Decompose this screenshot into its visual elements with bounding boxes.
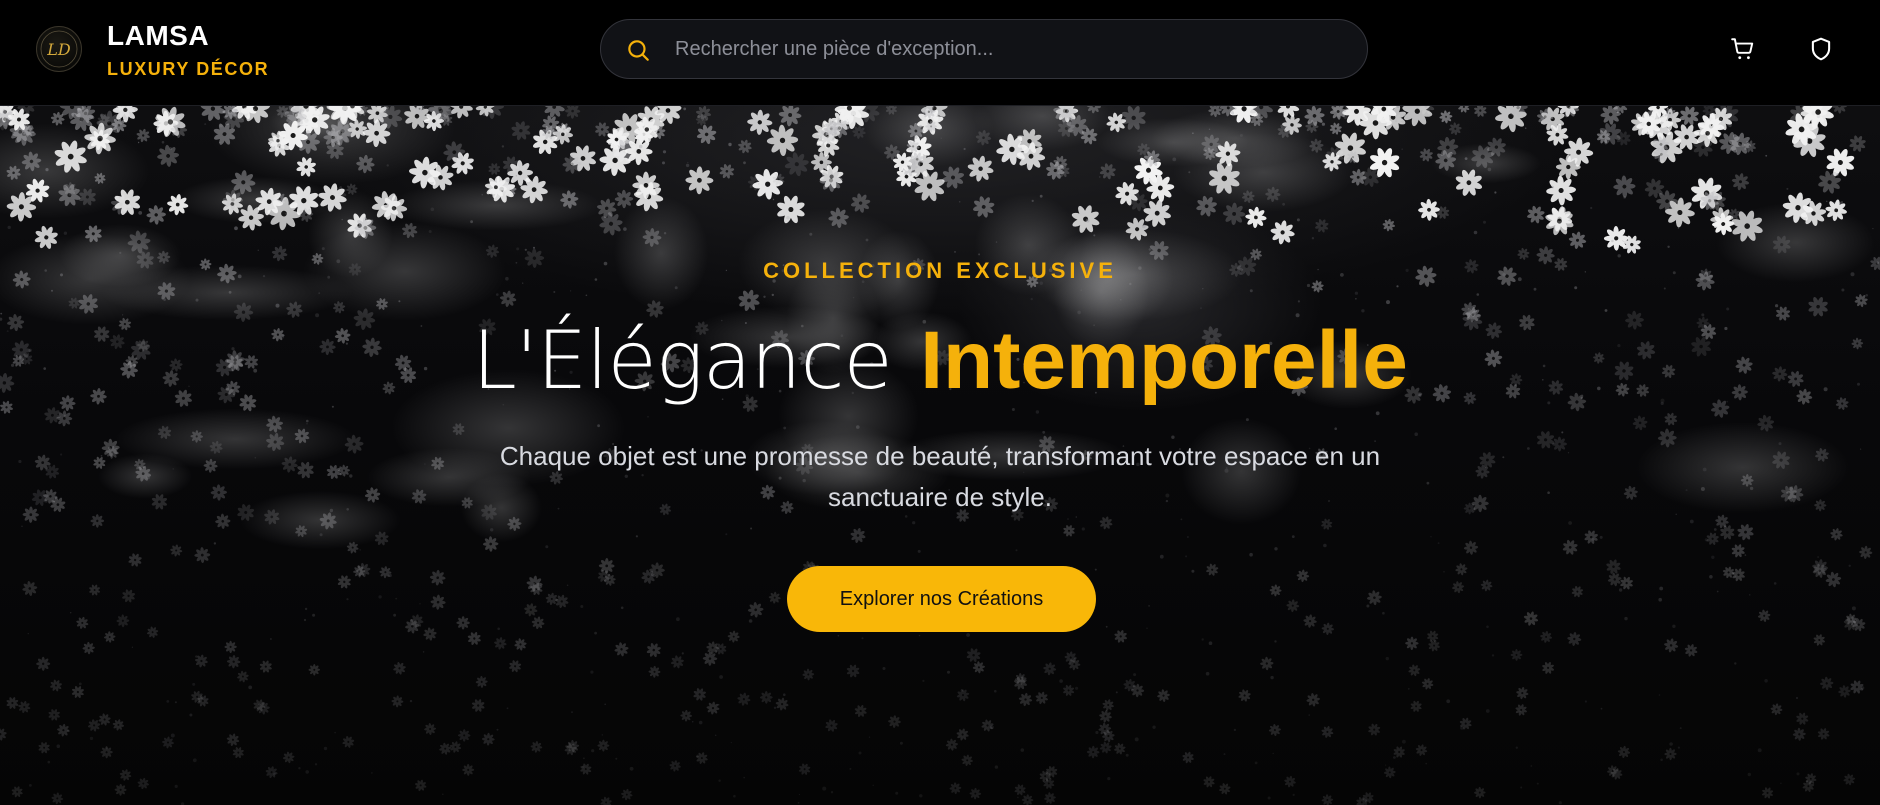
hero-title: L'Élégance Intemporelle [0,306,1880,416]
brand-tagline: LUXURY DÉCOR [107,59,270,79]
search-icon[interactable] [625,37,651,63]
cart-icon[interactable] [1730,36,1756,62]
hero-title-light: L'Élégance [472,314,892,407]
hero-description: Chaque objet est une promesse de beauté,… [499,441,1381,512]
shield-icon[interactable] [1808,36,1834,62]
explore-creations-button[interactable]: Explorer nos Créations [787,566,1096,632]
search-bar[interactable] [600,19,1368,79]
search-input[interactable] [673,20,1343,78]
hero-section: COLLECTION EXCLUSIVE L'Élégance Intempor… [0,106,1880,805]
hero-eyebrow: COLLECTION EXCLUSIVE [763,258,1117,283]
hero-title-highlight: Intemporelle [920,315,1408,406]
brand-name[interactable]: LAMSA [107,20,209,52]
logo-monogram-icon: LD [40,30,78,68]
svg-text:LD: LD [46,40,71,59]
brand-logo[interactable]: LD [36,26,82,72]
site-header: LD LAMSA LUXURY DÉCOR [0,0,1880,106]
hero-content: COLLECTION EXCLUSIVE L'Élégance Intempor… [0,106,1880,805]
